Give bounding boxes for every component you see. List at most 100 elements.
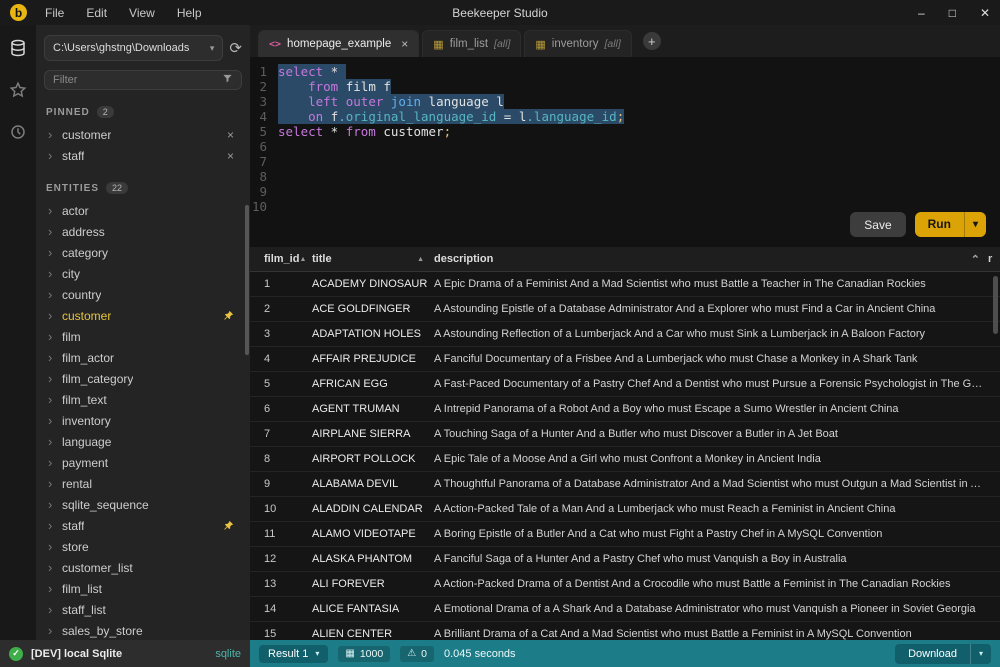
editor-line: 9 [250,184,1000,199]
entity-item-film_text[interactable]: ›film_text [44,389,242,410]
connection-path: C:\Users\ghstng\Downloads [53,42,206,54]
pin-icon[interactable] [223,520,238,531]
table-row[interactable]: 13ALI FOREVERA Action-Packed Drama of a … [250,572,1000,597]
connection-select[interactable]: C:\Users\ghstng\Downloads ▾ [44,35,223,61]
close-icon[interactable]: × [401,37,408,51]
table-row[interactable]: 1ACADEMY DINOSAURA Epic Drama of a Femin… [250,272,1000,297]
chevron-up-icon[interactable]: ⌃ [971,253,980,266]
table-row[interactable]: 10ALADDIN CALENDARA Action-Packed Tale o… [250,497,1000,522]
menu-edit[interactable]: Edit [86,6,107,20]
entity-item-staff_list[interactable]: ›staff_list [44,599,242,620]
maximize-icon[interactable]: □ [949,6,956,20]
line-content[interactable]: from film f [278,79,391,94]
menu-help[interactable]: Help [177,6,202,20]
sql-token: language l [421,94,504,109]
entity-item-country[interactable]: ›country [44,284,242,305]
cell-film-id: 2 [250,303,312,315]
table-row[interactable]: 5AFRICAN EGGA Fast-Paced Documentary of … [250,372,1000,397]
menu-file[interactable]: File [45,6,64,20]
entity-item-city[interactable]: ›city [44,263,242,284]
table-row[interactable]: 11ALAMO VIDEOTAPEA Boring Epistle of a B… [250,522,1000,547]
table-row[interactable]: 3ADAPTATION HOLESA Astounding Reflection… [250,322,1000,347]
history-icon[interactable] [9,123,27,141]
chevron-right-icon: › [48,414,56,427]
entity-item-film[interactable]: ›film [44,326,242,347]
close-icon[interactable]: × [223,149,238,163]
table-row[interactable]: 6AGENT TRUMANA Intrepid Panorama of a Ro… [250,397,1000,422]
sql-token [338,64,346,79]
chevron-down-icon: ▾ [210,43,215,54]
pinned-item-staff[interactable]: ›staff× [44,145,242,166]
column-header-description[interactable]: description ⌃ r [434,253,1000,266]
column-header-title[interactable]: title ▲ [312,253,434,265]
entity-item-rental[interactable]: ›rental [44,473,242,494]
menu-view[interactable]: View [129,6,155,20]
entity-item-film_actor[interactable]: ›film_actor [44,347,242,368]
filter-input[interactable] [53,74,222,86]
entity-label: film_text [62,393,107,407]
entity-item-language[interactable]: ›language [44,431,242,452]
entity-item-customer[interactable]: ›customer [44,305,242,326]
entity-item-staff[interactable]: ›staff [44,515,242,536]
cell-description: A Boring Epistle of a Butler And a Cat w… [434,528,1000,540]
results-scrollbar[interactable] [993,276,998,334]
new-tab-button[interactable]: + [643,32,661,50]
cell-film-id: 5 [250,378,312,390]
sql-token: .language_id [526,109,616,124]
entity-item-customer_list[interactable]: ›customer_list [44,557,242,578]
table-row[interactable]: 15ALIEN CENTERA Brilliant Drama of a Cat… [250,622,1000,640]
entity-item-category[interactable]: ›category [44,242,242,263]
tab-homepage_example[interactable]: <>homepage_example× [258,30,419,57]
sort-asc-icon[interactable]: ▲ [299,256,306,263]
run-dropdown-caret-icon[interactable]: ▾ [964,212,986,237]
table-row[interactable]: 7AIRPLANE SIERRAA Touching Saga of a Hun… [250,422,1000,447]
sidebar-scrollbar[interactable] [245,205,249,355]
tab-inventory[interactable]: ▦inventory[all] [524,30,631,57]
save-button[interactable]: Save [850,212,905,237]
sort-icon[interactable]: ▲ [417,256,424,263]
run-button[interactable]: Run ▾ [915,212,986,237]
pin-icon[interactable] [223,310,238,321]
entity-label: customer [62,309,111,323]
table-row[interactable]: 8AIRPORT POLLOCKA Epic Tale of a Moose A… [250,447,1000,472]
cell-film-id: 11 [250,528,312,540]
warning-count-badge: ⚠ 0 [400,646,434,662]
download-caret-icon[interactable]: ▾ [970,644,991,664]
line-content[interactable]: select * [278,64,346,79]
entity-item-address[interactable]: ›address [44,221,242,242]
tab-film_list[interactable]: ▦film_list[all] [422,30,521,57]
pinned-item-customer[interactable]: ›customer× [44,124,242,145]
download-button[interactable]: Download ▾ [895,644,991,664]
table-row[interactable]: 12ALASKA PHANTOMA Fanciful Saga of a Hun… [250,547,1000,572]
entity-item-film_list[interactable]: ›film_list [44,578,242,599]
table-row[interactable]: 14ALICE FANTASIAA Emotional Drama of a A… [250,597,1000,622]
entity-item-film_category[interactable]: ›film_category [44,368,242,389]
close-icon[interactable]: ✕ [980,6,990,20]
entity-item-sales_by_store[interactable]: ›sales_by_store [44,620,242,640]
line-content[interactable]: on f.original_language_id = l.language_i… [278,109,624,124]
table-row[interactable]: 4AFFAIR PREJUDICEA Fanciful Documentary … [250,347,1000,372]
table-row[interactable]: 2ACE GOLDFINGERA Astounding Epistle of a… [250,297,1000,322]
entity-item-actor[interactable]: ›actor [44,200,242,221]
line-content[interactable]: left outer join language l [278,94,504,109]
database-icon[interactable] [9,39,27,57]
pinned-section-header[interactable]: PINNED 2 [46,106,240,118]
result-selector[interactable]: Result 1 ▾ [259,645,328,663]
table-icon: ▦ [433,38,443,51]
table-row[interactable]: 9ALABAMA DEVILA Thoughtful Panorama of a… [250,472,1000,497]
entity-filter[interactable] [44,70,242,90]
entity-item-store[interactable]: ›store [44,536,242,557]
line-content[interactable]: select * from customer; [278,124,451,139]
minimize-icon[interactable]: – [918,6,925,20]
sql-editor[interactable]: 1select * 2 from film f3 left outer join… [250,57,1000,247]
entities-section-header[interactable]: ENTITIES 22 [46,182,240,194]
entity-item-payment[interactable]: ›payment [44,452,242,473]
refresh-icon[interactable]: ⟳ [229,41,242,56]
close-icon[interactable]: × [223,128,238,142]
column-header-film-id[interactable]: film_id ▲ [250,253,312,265]
entity-item-sqlite_sequence[interactable]: ›sqlite_sequence [44,494,242,515]
favorites-star-icon[interactable] [9,81,27,99]
cell-description: A Intrepid Panorama of a Robot And a Boy… [434,403,1000,415]
entity-label: sales_by_store [62,624,143,638]
entity-item-inventory[interactable]: ›inventory [44,410,242,431]
